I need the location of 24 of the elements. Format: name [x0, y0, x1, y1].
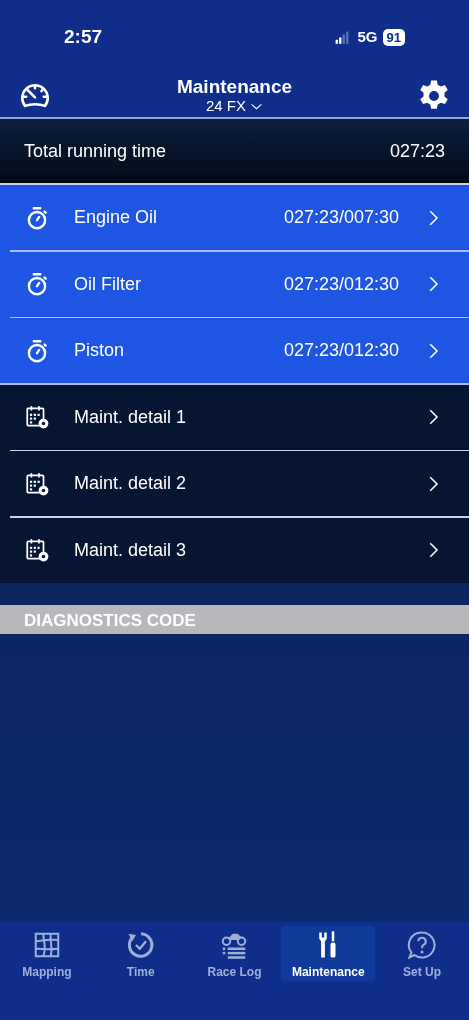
section-header: DIAGNOSTICS CODE	[0, 604, 469, 634]
list-row[interactable]: Maint. detail 3	[0, 517, 469, 583]
tab-bar-item[interactable]: Mapping	[0, 926, 94, 981]
total-time-label: Total running time	[24, 139, 167, 163]
calendar-gear-icon	[24, 470, 50, 497]
list-row[interactable]: Maint. detail 1	[0, 384, 469, 450]
model-selector[interactable]: 24 FX	[206, 98, 263, 115]
list-row[interactable]: Oil Filter 027:23/012:30	[0, 251, 469, 317]
clock-icon	[125, 930, 156, 960]
status-time: 2:57	[64, 25, 103, 50]
tab-bar-item[interactable]: Time	[93, 926, 188, 981]
battery-indicator: 91	[382, 29, 405, 46]
help-icon	[407, 930, 438, 960]
list-row[interactable]: Maint. detail 2	[0, 451, 469, 516]
screen-title: Maintenance	[176, 77, 293, 99]
tab-bar-item[interactable]: Race Log	[187, 926, 282, 981]
network-label: 5G	[357, 27, 378, 48]
total-time-value: 027:23	[389, 139, 445, 163]
calendar-gear-icon	[24, 404, 50, 430]
list-row[interactable]: Engine Oil 027:23/007:30	[0, 185, 469, 250]
tab-bar-item[interactable]: Maintenance	[281, 926, 376, 981]
calendar-gear-icon	[24, 537, 50, 563]
list-row[interactable]: Piston 027:23/012:30	[0, 318, 469, 383]
tab-bar-item[interactable]: Set Up	[375, 926, 469, 981]
